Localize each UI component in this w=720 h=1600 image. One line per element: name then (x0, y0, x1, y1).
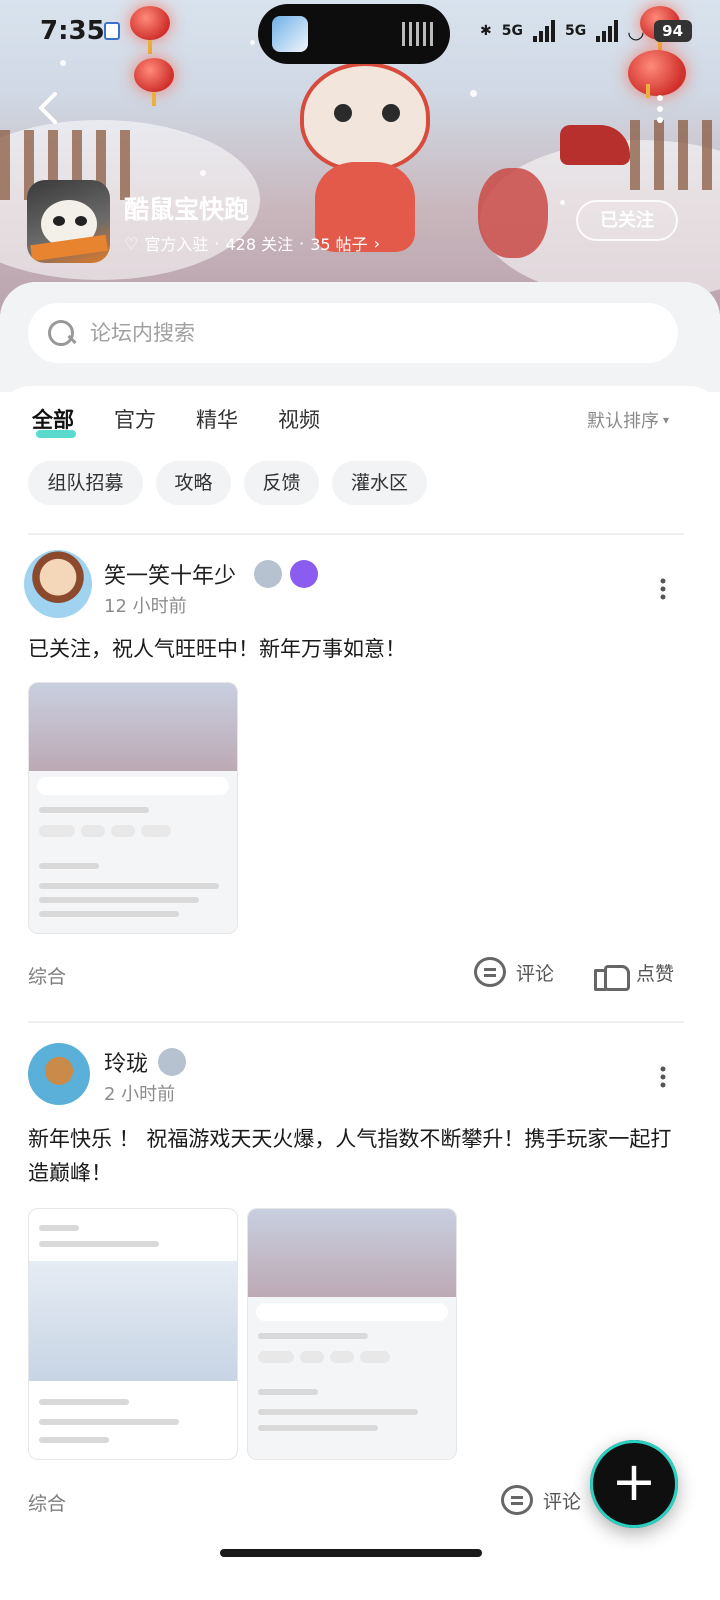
chevron-right-icon: › (373, 233, 381, 253)
wifi-icon: ◡ (628, 19, 644, 43)
tab-video[interactable]: 视频 (278, 404, 320, 434)
status-time: 7:35 (40, 16, 105, 46)
level-badge-icon (158, 1048, 186, 1076)
comment-icon (474, 957, 506, 987)
search-input[interactable] (90, 315, 650, 351)
signal-icon (532, 20, 555, 42)
media-thumbnail (272, 16, 308, 52)
avatar[interactable] (24, 550, 92, 618)
more-options-button[interactable] (648, 94, 672, 124)
chip-team-recruit[interactable]: 组队招募 (28, 461, 143, 505)
system-icons: ✱ 5G 5G ◡ 94 (480, 16, 692, 46)
meta-separator: · (214, 233, 220, 253)
status-bar: 7:35 ✱ 5G 5G ◡ 94 (0, 0, 720, 64)
verified-diamond-icon: ♡ (124, 233, 139, 253)
post-username[interactable]: 玲珑 (104, 1046, 148, 1078)
divider (28, 533, 684, 535)
bomb-badge-icon (290, 560, 318, 588)
dynamic-island[interactable] (258, 4, 450, 64)
fence-decoration (630, 120, 720, 190)
level-badge-icon (254, 560, 282, 588)
post-text[interactable]: 已关注，祝人气旺旺中！新年万事如意！ (28, 632, 678, 666)
forum-app-icon[interactable] (27, 180, 110, 263)
like-button[interactable]: 点赞 (594, 957, 675, 991)
lion-dance-mascot (290, 62, 440, 252)
comment-button[interactable]: 评论 (474, 957, 554, 987)
chevron-left-icon (39, 92, 57, 124)
post-image[interactable] (28, 1208, 238, 1460)
plus-icon: + (611, 1450, 657, 1513)
post-text[interactable]: 新年快乐 ！ 祝福游戏天天火爆，人气指数不断攀升！携手玩家一起打造巅峰！ (28, 1122, 678, 1190)
battery-indicator: 94 (653, 20, 692, 42)
follow-count: 428 关注 (225, 235, 294, 254)
tab-official[interactable]: 官方 (114, 404, 156, 434)
like-label: 点赞 (636, 962, 675, 985)
forum-title: 酷鼠宝快跑 (124, 195, 250, 224)
sort-label: 默认排序 (587, 411, 659, 432)
caret-down-icon: ▾ (663, 413, 670, 427)
more-vertical-icon (660, 1066, 666, 1088)
network-label-2: 5G (564, 23, 587, 39)
avatar[interactable] (28, 1043, 90, 1105)
network-label-1: 5G (501, 23, 523, 39)
more-vertical-icon (657, 95, 663, 123)
signal-icon (596, 20, 619, 42)
mascot-secondary (478, 168, 548, 258)
post-category-tag[interactable]: 综合 (28, 962, 66, 989)
post-more-button[interactable] (653, 1066, 673, 1096)
follow-button[interactable]: 已关注 (576, 200, 678, 241)
active-tab-indicator (36, 430, 76, 438)
chip-feedback[interactable]: 反馈 (244, 461, 319, 505)
create-post-button[interactable]: + (590, 1440, 678, 1528)
tab-featured[interactable]: 精华 (196, 404, 238, 434)
notification-app-icon (104, 22, 120, 40)
post-image[interactable] (247, 1208, 457, 1460)
post-more-button[interactable] (653, 578, 673, 608)
chip-guides[interactable]: 攻略 (156, 461, 231, 505)
more-vertical-icon (660, 578, 666, 600)
search-icon (46, 318, 76, 348)
comment-button[interactable]: 评论 (501, 1485, 581, 1515)
comment-icon (501, 1485, 533, 1515)
search-bar[interactable] (28, 303, 678, 363)
meta-separator: · (299, 233, 305, 253)
home-indicator[interactable] (220, 1549, 482, 1557)
post-category-tag[interactable]: 综合 (28, 1489, 66, 1516)
back-button[interactable] (30, 88, 66, 128)
comment-label: 评论 (543, 1490, 582, 1513)
forum-meta[interactable]: ♡ 官方入驻 · 428 关注 · 35 帖子 › (124, 231, 380, 255)
post-username[interactable]: 笑一笑十年少 (104, 558, 236, 590)
post-image[interactable] (28, 682, 238, 934)
chip-chat[interactable]: 灌水区 (332, 461, 427, 505)
comment-label: 评论 (516, 962, 555, 985)
post-time: 2 小时前 (104, 1084, 176, 1105)
thumbs-up-icon (594, 957, 630, 991)
bluetooth-icon: ✱ (480, 23, 492, 39)
sort-dropdown[interactable]: 默认排序 ▾ (587, 407, 669, 433)
audio-wave-icon (402, 22, 434, 46)
verified-label: 官方入驻 (144, 235, 209, 254)
post-count: 35 帖子 (310, 235, 368, 254)
sled-decoration (560, 125, 630, 165)
post-time: 12 小时前 (104, 596, 187, 617)
divider (28, 1021, 684, 1023)
